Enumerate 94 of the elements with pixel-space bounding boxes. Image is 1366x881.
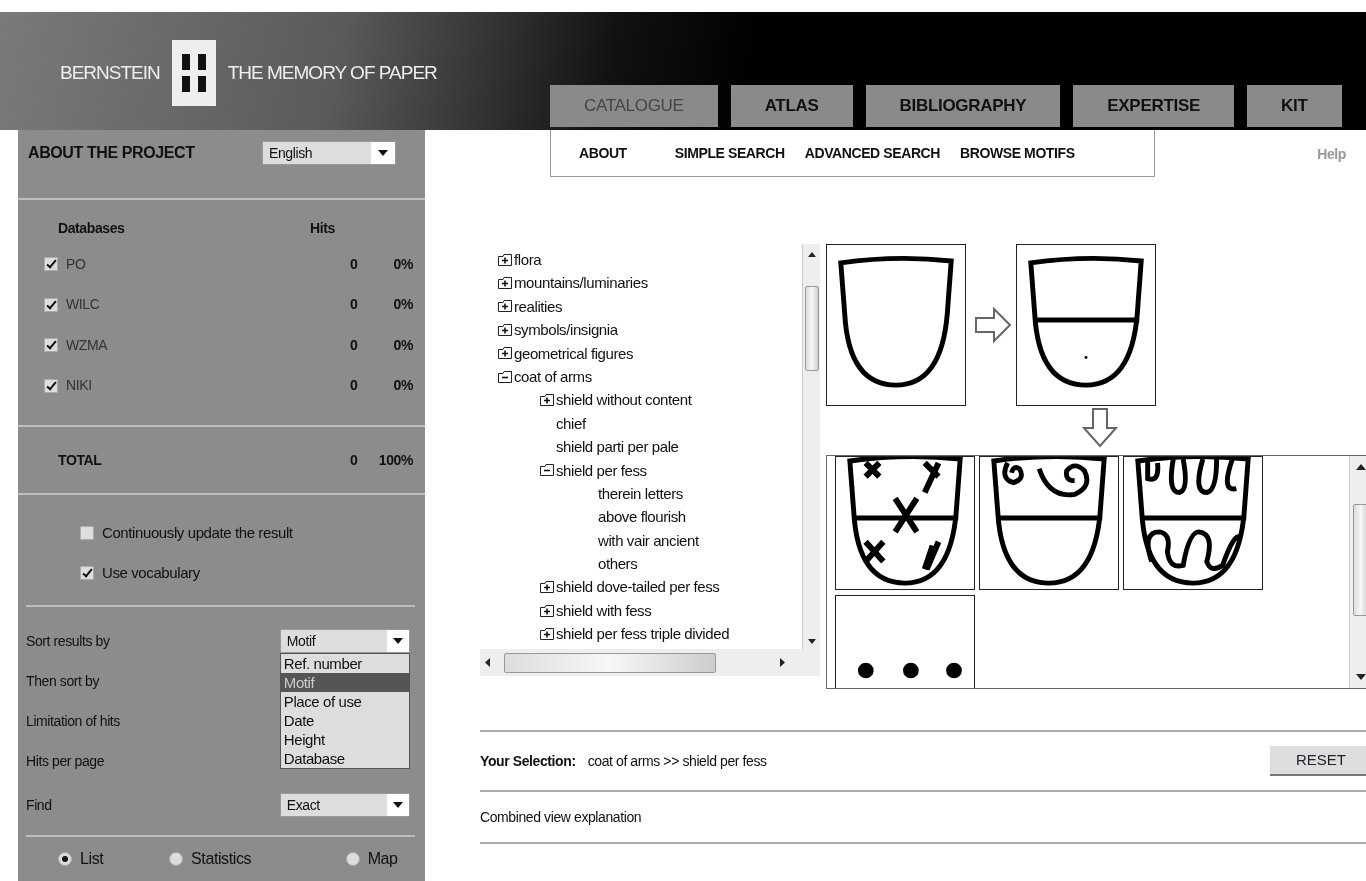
- dropdown-option[interactable]: Height: [280, 730, 409, 749]
- expand-icon[interactable]: [498, 277, 512, 290]
- database-name: NIKI: [66, 376, 92, 396]
- nav-tab[interactable]: ATLAS: [730, 85, 853, 127]
- dropdown-option[interactable]: Ref. number: [280, 654, 409, 673]
- checkbox[interactable]: [44, 257, 58, 272]
- vertical-scrollbar[interactable]: [1349, 456, 1366, 688]
- expand-icon[interactable]: [540, 627, 554, 640]
- hits-count: 0: [349, 335, 358, 355]
- hits-count: 0: [349, 254, 358, 274]
- caret-icon: [393, 638, 403, 644]
- language-select[interactable]: English: [262, 141, 396, 165]
- tree-item[interactable]: realities: [514, 294, 563, 319]
- tree-item[interactable]: mountains/luminaries: [514, 271, 648, 295]
- option-label: Use vocabulary: [102, 562, 200, 583]
- subnav-link[interactable]: BROWSE MOTIFS: [960, 142, 1075, 164]
- subnav-link[interactable]: ABOUT: [579, 142, 627, 164]
- horizontal-scrollbar[interactable]: [480, 649, 820, 676]
- column-header: Hits: [310, 219, 335, 238]
- logo-icon: [171, 40, 216, 106]
- tree-item[interactable]: with vair ancient: [598, 528, 699, 553]
- nav-tab[interactable]: EXPERTISE: [1073, 85, 1234, 127]
- checkbox[interactable]: [80, 526, 94, 540]
- dropdown-option[interactable]: Date: [280, 711, 409, 730]
- subnav-link[interactable]: ADVANCED SEARCH: [804, 142, 941, 164]
- expand-icon[interactable]: [540, 394, 554, 407]
- nav-tab[interactable]: KIT: [1247, 85, 1342, 127]
- tree-item[interactable]: shield per fess: [556, 458, 647, 482]
- checkbox[interactable]: [44, 297, 58, 312]
- tree-item[interactable]: symbols/insignia: [514, 318, 618, 342]
- nav-tab[interactable]: BIBLIOGRAPHY: [865, 85, 1061, 127]
- sort-select[interactable]: Motif: [279, 629, 410, 653]
- view-label: Statistics: [191, 849, 252, 869]
- hits-percent: 0%: [392, 376, 413, 396]
- radio-button[interactable]: [169, 852, 184, 866]
- dropdown-option[interactable]: Database: [280, 749, 409, 768]
- site-tagline: THE MEMORY OF PAPER: [227, 60, 437, 85]
- expand-icon[interactable]: [540, 581, 554, 594]
- about-link[interactable]: ABOUT THE PROJECT: [28, 141, 262, 165]
- tree-item[interactable]: flora: [514, 248, 542, 272]
- database-name: WILC: [66, 295, 100, 315]
- radio-button[interactable]: [345, 852, 360, 866]
- dropdown-option[interactable]: Motif: [280, 673, 409, 692]
- tree-item[interactable]: shield dove-tailed per fess: [556, 575, 720, 599]
- field-label: Find: [26, 795, 53, 815]
- database-name: WZMA: [66, 335, 108, 355]
- hits-percent: 0%: [392, 254, 413, 274]
- expand-icon[interactable]: [498, 253, 512, 266]
- total-percent: 100%: [377, 450, 413, 470]
- view-label: List: [80, 849, 104, 869]
- scrollbar-thumb[interactable]: [1353, 504, 1366, 616]
- expand-icon[interactable]: [498, 300, 512, 313]
- tree-item[interactable]: geometrical figures: [514, 341, 634, 365]
- database-name: PO: [66, 254, 86, 274]
- tree-item[interactable]: chief: [556, 411, 586, 436]
- collapse-icon[interactable]: [498, 370, 512, 383]
- checkbox[interactable]: [44, 378, 58, 393]
- collapse-icon[interactable]: [540, 464, 554, 477]
- tree-item[interactable]: coat of arms: [514, 364, 592, 389]
- tree-item[interactable]: therein letters: [598, 481, 683, 506]
- checkbox[interactable]: [44, 338, 58, 353]
- column-header: Databases: [57, 219, 126, 238]
- tree-item[interactable]: shield with fess: [556, 598, 652, 623]
- sort-select[interactable]: Exact: [279, 793, 410, 817]
- expand-icon[interactable]: [540, 604, 554, 617]
- scrollbar-thumb[interactable]: [504, 653, 716, 673]
- hits-percent: 0%: [392, 295, 413, 315]
- vertical-scrollbar[interactable]: [802, 244, 820, 649]
- total-label: TOTAL: [58, 450, 103, 470]
- tree-item[interactable]: shield without content: [556, 388, 692, 412]
- tree-item[interactable]: above flourish: [598, 505, 686, 529]
- caret-icon: [378, 150, 388, 156]
- brand-name: BERNSTEIN: [60, 60, 160, 85]
- dropdown-option[interactable]: Place of use: [280, 692, 409, 711]
- expand-icon[interactable]: [498, 323, 512, 336]
- radio-button[interactable]: [58, 852, 72, 866]
- subnav-link[interactable]: SIMPLE SEARCH: [674, 142, 785, 164]
- caret-icon: [393, 802, 403, 808]
- tree-item[interactable]: shield parti per pale: [556, 435, 679, 459]
- total-hits: 0: [349, 450, 358, 470]
- tree-item[interactable]: others: [598, 552, 638, 576]
- hits-percent: 0%: [392, 335, 413, 355]
- view-label: Map: [367, 849, 398, 869]
- reset-button[interactable]: RESET: [1270, 746, 1366, 776]
- tree-item[interactable]: shield per fess triple divided: [556, 622, 730, 646]
- hits-count: 0: [349, 376, 358, 396]
- option-label: Continuously update the result: [102, 522, 293, 543]
- scrollbar-thumb[interactable]: [805, 286, 819, 371]
- checkbox[interactable]: [80, 566, 94, 580]
- field-label: Sort results by: [26, 631, 111, 651]
- explanation-link[interactable]: Combined view explanation: [480, 792, 1366, 842]
- expand-icon[interactable]: [498, 347, 512, 360]
- selection-text: Your Selection: coat of arms >> shield per fess: [480, 751, 767, 771]
- hits-count: 0: [349, 295, 358, 315]
